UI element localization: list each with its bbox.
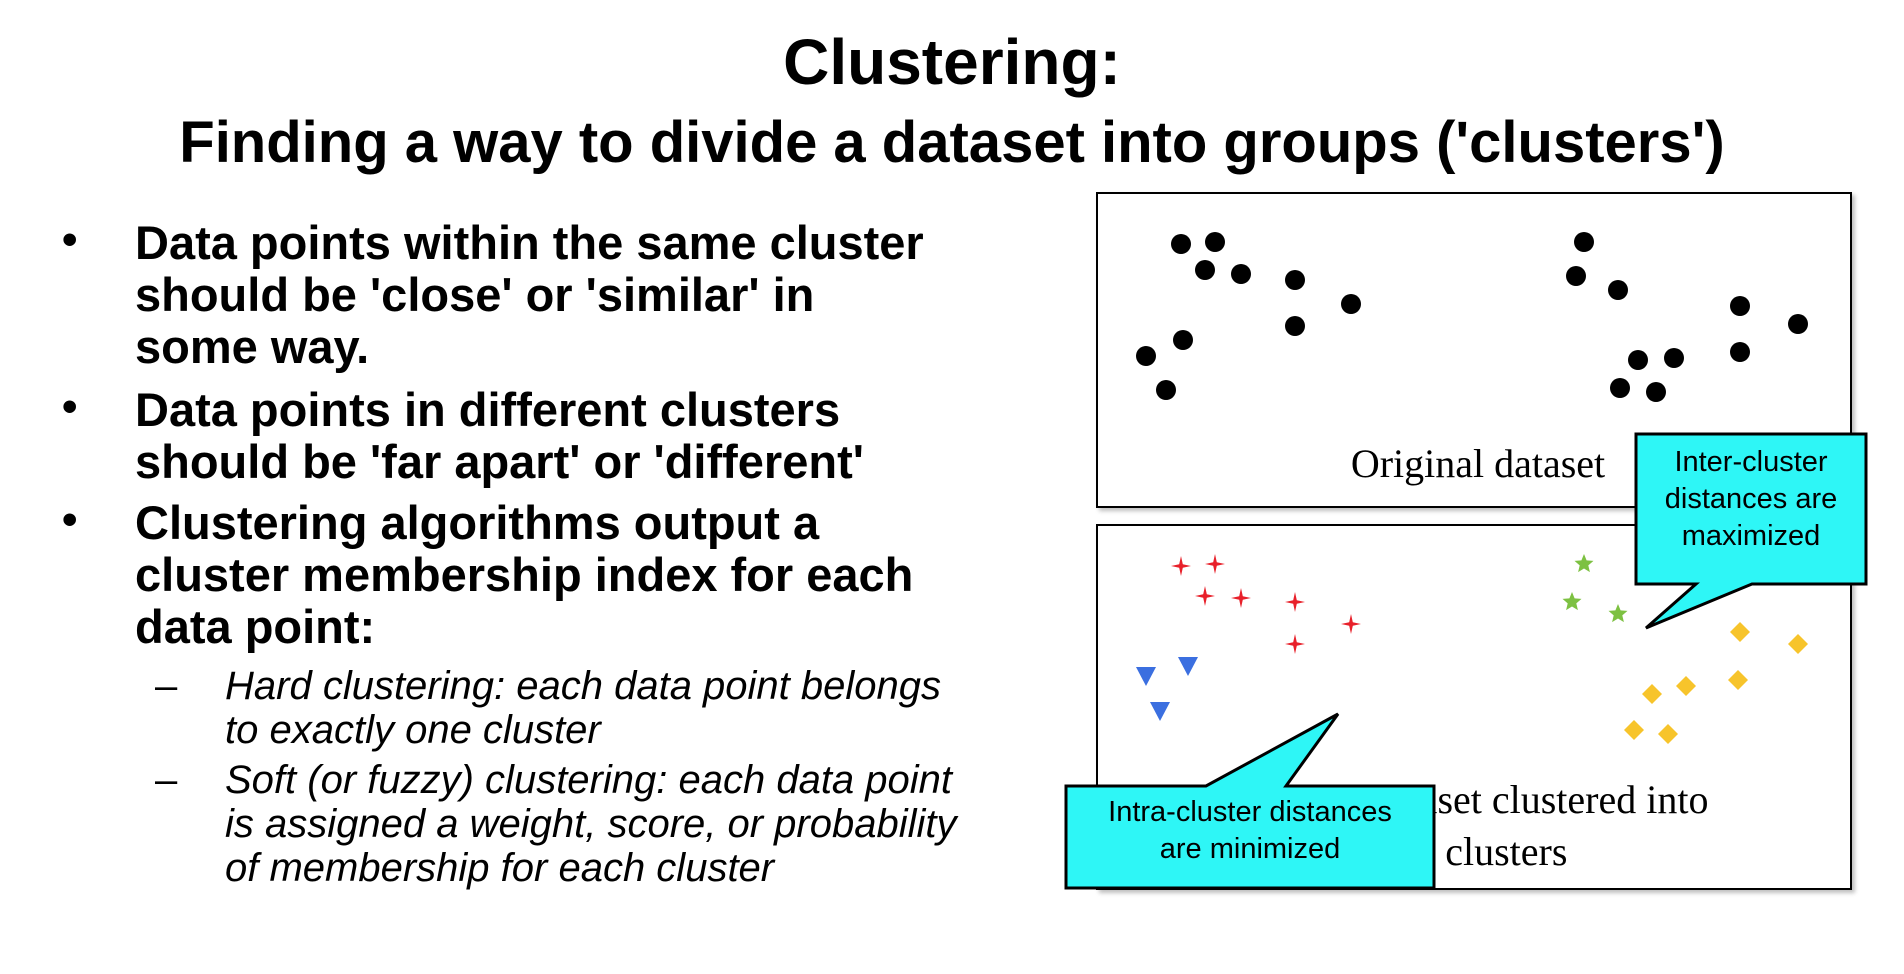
data-point xyxy=(1173,330,1193,350)
data-point xyxy=(1646,382,1666,402)
sub-bullet-marker: – xyxy=(155,758,178,802)
sub-bullet-text: Hard clustering: each data point belongs… xyxy=(225,664,942,752)
slide-subtitle: Finding a way to divide a dataset into g… xyxy=(179,110,1725,175)
cluster-point-triangle xyxy=(1150,702,1170,721)
data-point xyxy=(1156,380,1176,400)
cluster-point-diamond xyxy=(1788,634,1808,654)
bullet-text: Data points in different clusters should… xyxy=(135,383,864,488)
original-points xyxy=(1136,232,1808,402)
data-point xyxy=(1664,348,1684,368)
cluster-point-diamond xyxy=(1728,670,1748,690)
cluster-point-star4 xyxy=(1205,554,1225,574)
cluster-point-diamond xyxy=(1642,684,1662,704)
bullet-marker: • xyxy=(62,215,78,264)
data-point xyxy=(1231,264,1251,284)
data-point xyxy=(1205,232,1225,252)
cluster-point-diamond xyxy=(1658,724,1678,744)
intra-cluster-callout-text: Intra-cluster distances are minimized xyxy=(1108,796,1392,865)
data-point xyxy=(1730,296,1750,316)
cluster-point-triangle xyxy=(1178,657,1198,676)
bullet-text: Clustering algorithms output a cluster m… xyxy=(135,496,914,653)
data-point xyxy=(1285,270,1305,290)
data-point xyxy=(1136,346,1156,366)
cluster-point-star4 xyxy=(1285,592,1305,612)
data-point xyxy=(1341,294,1361,314)
sub-bullet-text: Soft (or fuzzy) clustering: each data po… xyxy=(225,758,957,890)
sub-bullet-marker: – xyxy=(155,664,178,708)
inter-cluster-callout-text: Inter-cluster distances are maximized xyxy=(1664,446,1838,552)
cluster-point-star4 xyxy=(1171,556,1191,576)
data-point xyxy=(1574,232,1594,252)
data-point xyxy=(1788,314,1808,334)
data-point xyxy=(1608,280,1628,300)
cluster-point-star4 xyxy=(1285,634,1305,654)
data-point xyxy=(1285,316,1305,336)
cluster-point-triangle xyxy=(1136,667,1156,686)
cluster-point-star5 xyxy=(1574,554,1594,573)
bullet-text: Data points within the same cluster shou… xyxy=(135,216,924,373)
bullet-marker: • xyxy=(62,495,78,544)
data-point xyxy=(1171,234,1191,254)
cluster-point-star4 xyxy=(1195,586,1215,606)
cluster-point-star4 xyxy=(1231,588,1251,608)
cluster-point-diamond xyxy=(1676,676,1696,696)
data-point xyxy=(1566,266,1586,286)
inter-cluster-callout: Inter-cluster distances are maximized xyxy=(1634,432,1868,632)
data-point xyxy=(1730,342,1750,362)
data-point xyxy=(1195,260,1215,280)
cluster-point-diamond xyxy=(1624,720,1644,740)
cluster-point-star5 xyxy=(1608,604,1628,623)
intra-cluster-callout: Intra-cluster distances are minimized xyxy=(1064,712,1496,890)
slide-title: Clustering: xyxy=(783,26,1121,98)
data-point xyxy=(1610,378,1630,398)
cluster-point-star5 xyxy=(1562,592,1582,611)
original-dataset-caption: Original dataset xyxy=(1350,441,1606,486)
bullet-marker: • xyxy=(62,382,78,431)
data-point xyxy=(1628,350,1648,370)
cluster-point-star4 xyxy=(1341,614,1361,634)
